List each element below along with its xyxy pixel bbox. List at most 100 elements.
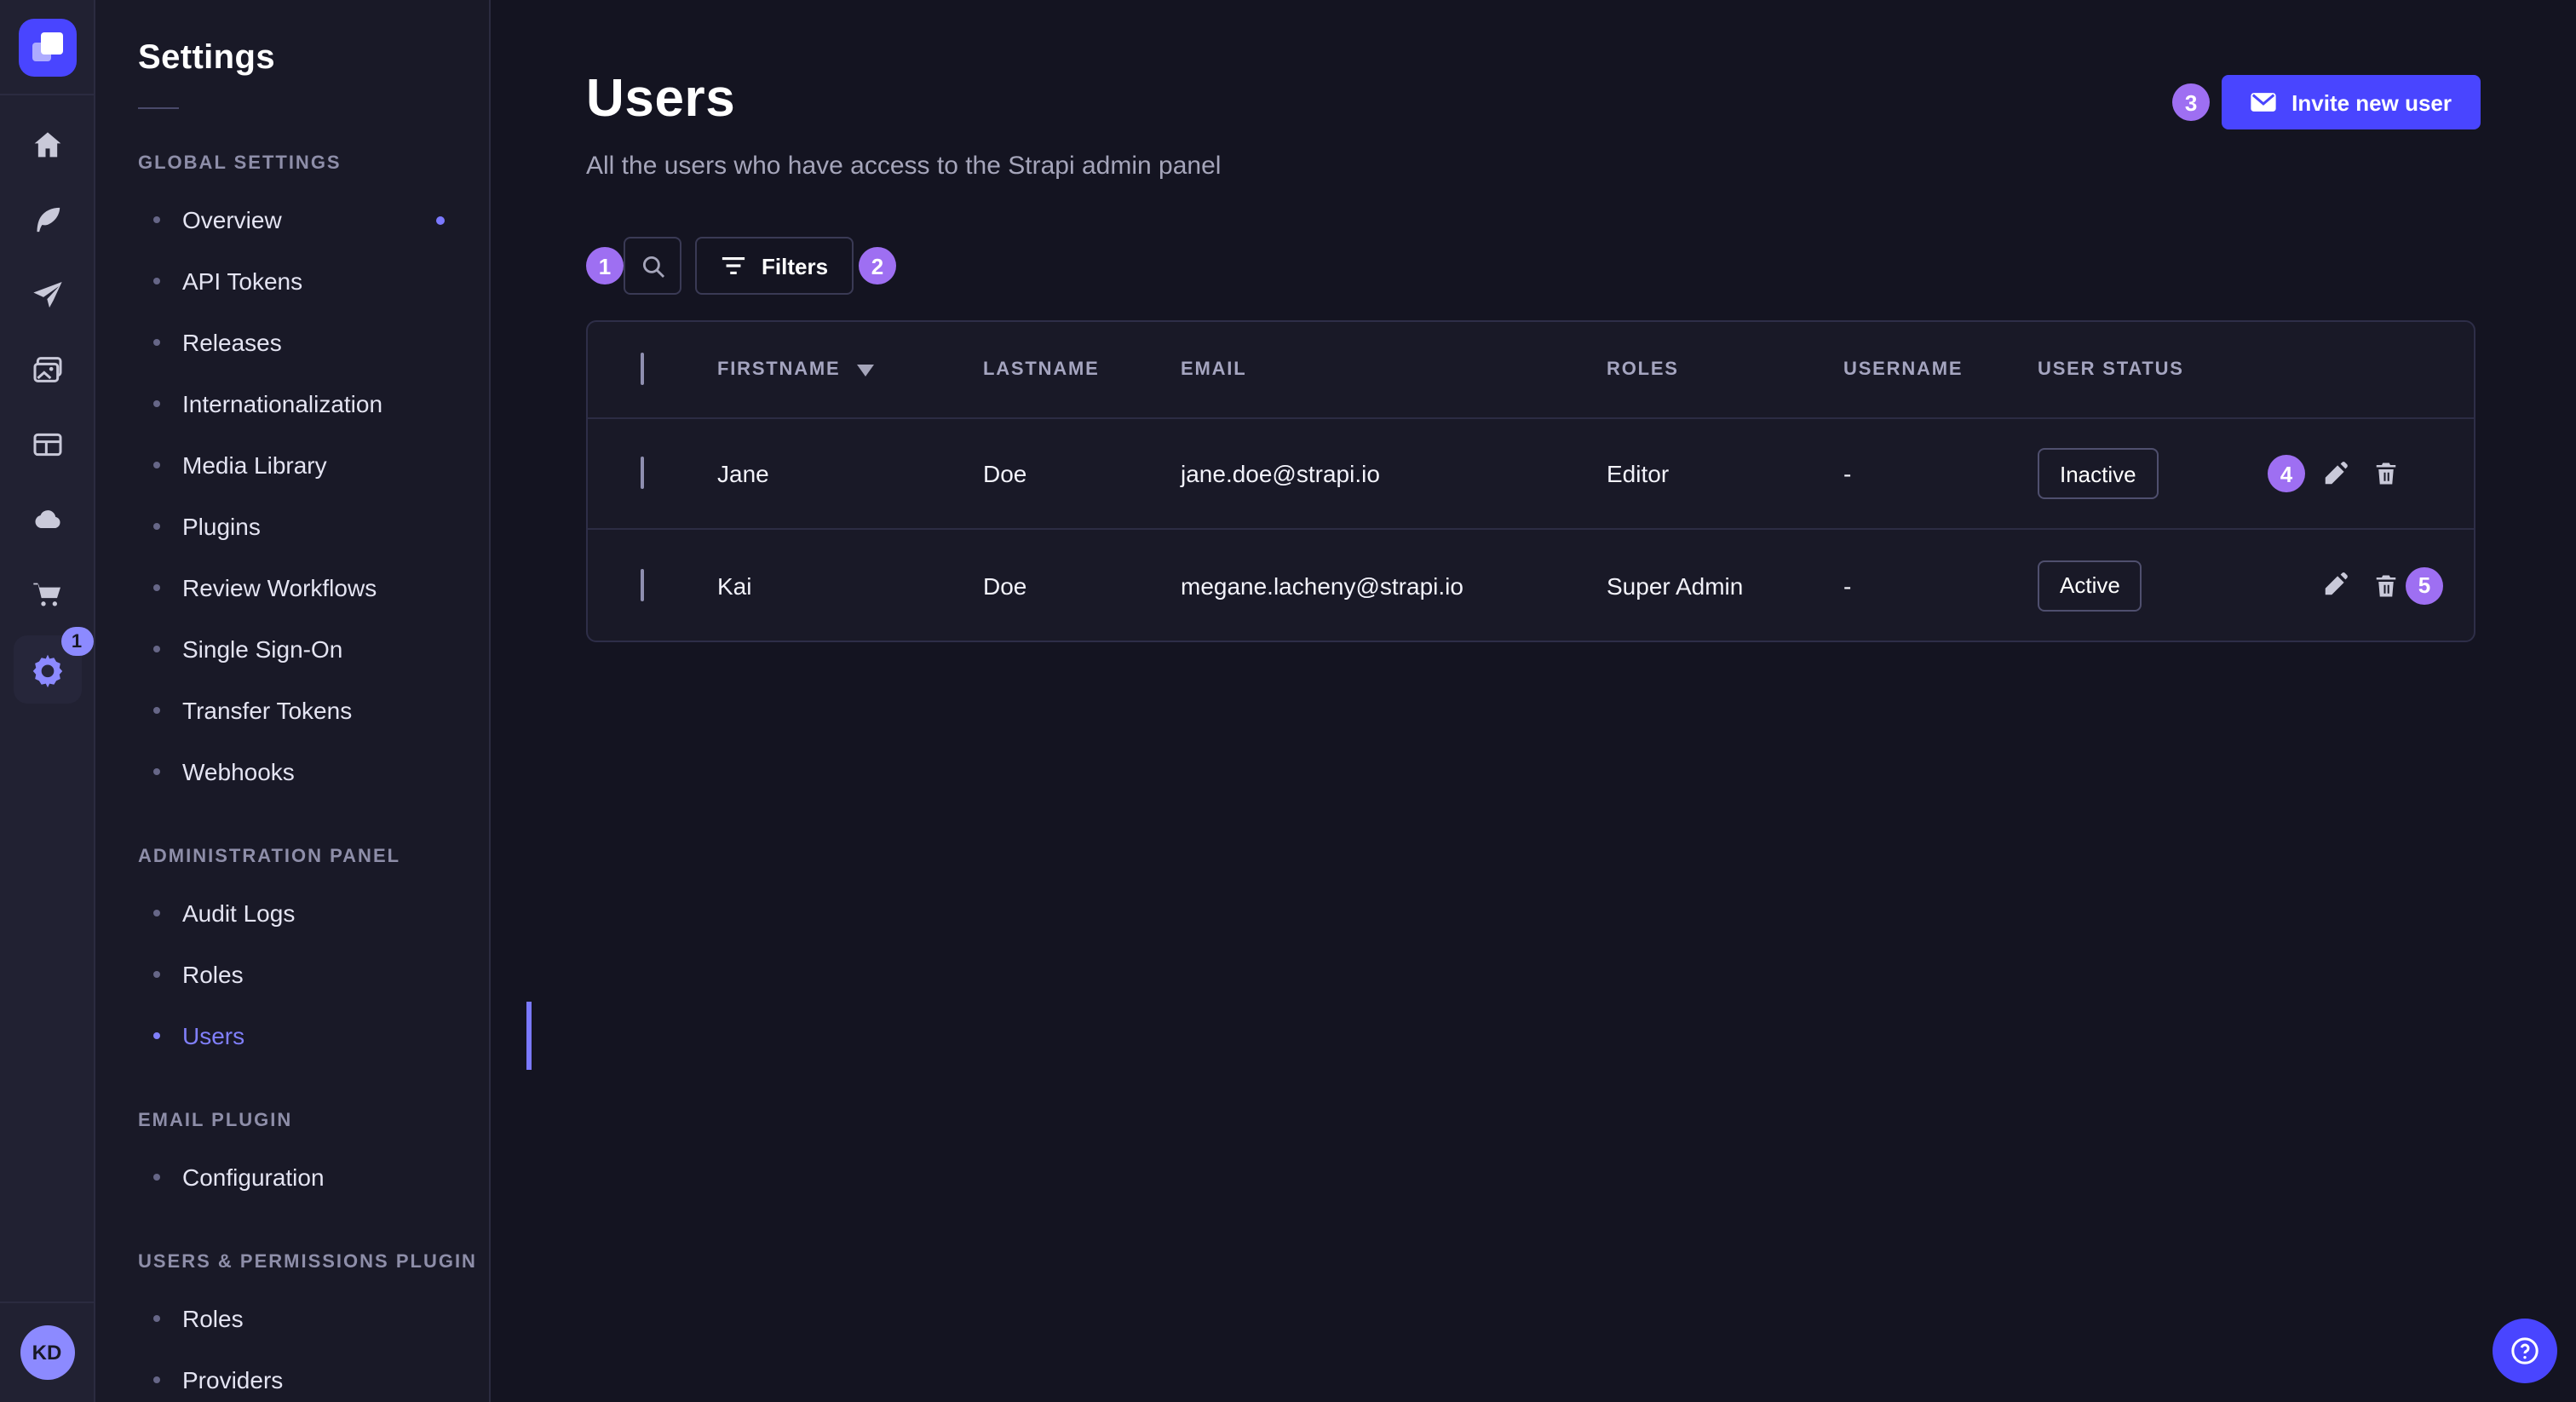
main-content: Users All the users who have access to t… bbox=[492, 0, 2576, 1402]
bullet-icon bbox=[153, 971, 160, 978]
column-header-firstname[interactable]: FIRSTNAME bbox=[717, 359, 983, 380]
cell-lastname: Doe bbox=[983, 460, 1181, 487]
section-email-plugin: EMAIL PLUGIN bbox=[138, 1111, 489, 1131]
rail-bottom: KD bbox=[0, 1301, 95, 1402]
cell-username: - bbox=[1843, 460, 2038, 487]
bullet-icon bbox=[153, 216, 160, 223]
nav-rail: 1 KD bbox=[0, 0, 95, 1402]
bullet-icon bbox=[153, 768, 160, 775]
sidebar-item-transfer-tokens[interactable]: Transfer Tokens bbox=[138, 680, 489, 741]
search-button[interactable] bbox=[624, 237, 681, 295]
rail-item-releases[interactable] bbox=[13, 261, 81, 329]
cell-lastname: Doe bbox=[983, 572, 1181, 599]
shopping-cart-icon bbox=[30, 577, 64, 612]
invite-new-user-button[interactable]: Invite new user bbox=[2222, 75, 2481, 129]
bullet-icon bbox=[153, 278, 160, 284]
column-header-lastname[interactable]: LASTNAME bbox=[983, 359, 1181, 380]
sidebar-item-users-active[interactable]: Users bbox=[138, 1005, 489, 1066]
status-badge-active: Active bbox=[2038, 560, 2142, 611]
bullet-icon bbox=[153, 707, 160, 714]
row-checkbox[interactable] bbox=[641, 457, 644, 489]
home-icon bbox=[30, 128, 64, 162]
column-header-email[interactable]: EMAIL bbox=[1181, 359, 1607, 380]
table-row-kai[interactable]: Kai Doe megane.lacheny@strapi.io Super A… bbox=[588, 530, 2474, 641]
page-header: Users All the users who have access to t… bbox=[492, 0, 2576, 181]
bullet-icon bbox=[153, 1032, 160, 1039]
bullet-icon bbox=[153, 910, 160, 916]
sidebar-title-divider bbox=[138, 107, 179, 109]
user-avatar[interactable]: KD bbox=[20, 1325, 74, 1380]
rail-item-settings[interactable]: 1 bbox=[13, 635, 81, 704]
help-button[interactable] bbox=[2493, 1319, 2557, 1383]
annotation-2: 2 bbox=[859, 247, 896, 284]
page-subtitle: All the users who have access to the Str… bbox=[586, 152, 1221, 181]
trash-icon bbox=[2373, 572, 2399, 599]
annotation-1: 1 bbox=[586, 247, 624, 284]
sort-caret-down-icon bbox=[858, 364, 875, 376]
sidebar-item-configuration[interactable]: Configuration bbox=[138, 1146, 489, 1208]
workspace-logo-button[interactable] bbox=[0, 0, 95, 95]
cloud-icon bbox=[30, 503, 64, 537]
column-header-user-status[interactable]: USER STATUS bbox=[2038, 359, 2322, 380]
overview-notification-dot-icon bbox=[436, 215, 445, 224]
bullet-icon bbox=[153, 646, 160, 652]
annotation-4: 4 bbox=[2268, 455, 2305, 492]
sidebar-item-single-sign-on[interactable]: Single Sign-On bbox=[138, 618, 489, 680]
bullet-icon bbox=[153, 1174, 160, 1181]
strapi-logo-icon bbox=[18, 18, 76, 76]
sidebar-item-admin-roles[interactable]: Roles bbox=[138, 944, 489, 1005]
media-images-icon bbox=[30, 353, 64, 387]
section-users-permissions-plugin: USERS & PERMISSIONS PLUGIN bbox=[138, 1252, 489, 1273]
sidebar-item-review-workflows[interactable]: Review Workflows bbox=[138, 557, 489, 618]
table-header-row: FIRSTNAME LASTNAME EMAIL ROLES USERNAME … bbox=[588, 322, 2474, 419]
column-header-roles[interactable]: ROLES bbox=[1607, 359, 1843, 380]
row-checkbox[interactable] bbox=[641, 568, 644, 600]
sidebar-item-releases[interactable]: Releases bbox=[138, 312, 489, 373]
strapi-logo-glyph-front bbox=[40, 32, 62, 54]
rail-item-media-library[interactable] bbox=[13, 336, 81, 404]
delete-user-button[interactable] bbox=[2373, 572, 2399, 599]
annotation-5: 5 bbox=[2406, 566, 2443, 604]
sidebar-item-media-library[interactable]: Media Library bbox=[138, 434, 489, 496]
sidebar-item-api-tokens[interactable]: API Tokens bbox=[138, 250, 489, 312]
cell-roles: Editor bbox=[1607, 460, 1843, 487]
users-table: FIRSTNAME LASTNAME EMAIL ROLES USERNAME … bbox=[586, 320, 2475, 642]
rail-item-content-manager[interactable] bbox=[13, 186, 81, 254]
settings-sidebar: Settings GLOBAL SETTINGS Overview API To… bbox=[95, 0, 491, 1402]
bullet-icon bbox=[153, 339, 160, 346]
page-header-text: Users All the users who have access to t… bbox=[586, 68, 1221, 181]
envelope-icon bbox=[2251, 92, 2276, 112]
sidebar-item-webhooks[interactable]: Webhooks bbox=[138, 741, 489, 802]
table-row-jane[interactable]: Jane Doe jane.doe@strapi.io Editor - Ina… bbox=[588, 419, 2474, 530]
sidebar-item-up-roles[interactable]: Roles bbox=[138, 1288, 489, 1349]
filters-button[interactable]: Filters bbox=[695, 237, 854, 295]
layout-panel-icon bbox=[30, 428, 64, 462]
bullet-icon bbox=[153, 1315, 160, 1322]
bullet-icon bbox=[153, 462, 160, 468]
edit-user-button[interactable] bbox=[2322, 461, 2348, 486]
active-item-indicator bbox=[526, 1002, 532, 1070]
strapi-admin-app: 1 KD Settings GLOBAL SETTINGS Overview A… bbox=[0, 0, 2576, 1402]
sidebar-item-overview[interactable]: Overview bbox=[138, 189, 489, 250]
rail-item-marketplace[interactable] bbox=[13, 560, 81, 629]
select-all-checkbox[interactable] bbox=[641, 353, 644, 385]
bullet-icon bbox=[153, 400, 160, 407]
sidebar-item-internationalization[interactable]: Internationalization bbox=[138, 373, 489, 434]
section-global-settings: GLOBAL SETTINGS bbox=[138, 153, 489, 174]
bullet-icon bbox=[153, 523, 160, 530]
cell-firstname: Kai bbox=[717, 572, 983, 599]
rail-item-content-type-builder[interactable] bbox=[13, 411, 81, 479]
bullet-icon bbox=[153, 584, 160, 591]
cell-email: jane.doe@strapi.io bbox=[1181, 460, 1607, 487]
rail-item-deploy[interactable] bbox=[13, 486, 81, 554]
delete-user-button[interactable] bbox=[2373, 460, 2399, 487]
sidebar-item-audit-logs[interactable]: Audit Logs bbox=[138, 882, 489, 944]
sidebar-item-providers[interactable]: Providers bbox=[138, 1349, 489, 1402]
sidebar-item-plugins[interactable]: Plugins bbox=[138, 496, 489, 557]
rail-item-home[interactable] bbox=[13, 111, 81, 179]
cell-username: - bbox=[1843, 572, 2038, 599]
edit-user-button[interactable] bbox=[2322, 572, 2348, 598]
page-header-actions: 3 Invite new user bbox=[2172, 75, 2481, 129]
row-actions bbox=[2322, 572, 2481, 599]
column-header-username[interactable]: USERNAME bbox=[1843, 359, 2038, 380]
